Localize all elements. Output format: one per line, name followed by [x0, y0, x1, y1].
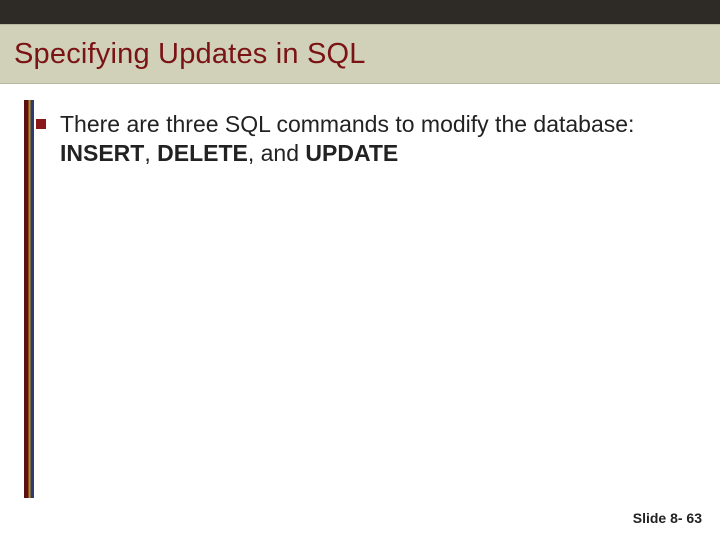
bullet-text-part: , and — [248, 140, 306, 166]
side-stripe — [24, 100, 34, 498]
slide-title: Specifying Updates in SQL — [14, 38, 366, 71]
bullet-keyword: INSERT — [60, 140, 144, 166]
bullet-text: There are three SQL commands to modify t… — [60, 110, 690, 169]
bullet-item: There are three SQL commands to modify t… — [36, 110, 690, 169]
slide-number: Slide 8- 63 — [633, 510, 702, 526]
bullet-text-part: There are three SQL commands to modify t… — [60, 111, 634, 137]
top-bar — [0, 0, 720, 24]
bullet-keyword: UPDATE — [305, 140, 398, 166]
bullet-text-part: , — [144, 140, 157, 166]
bullet-keyword: DELETE — [157, 140, 248, 166]
slide: Specifying Updates in SQL There are thre… — [0, 0, 720, 540]
slide-body: There are three SQL commands to modify t… — [36, 110, 690, 169]
square-bullet-icon — [36, 119, 46, 129]
title-band: Specifying Updates in SQL — [0, 24, 720, 84]
